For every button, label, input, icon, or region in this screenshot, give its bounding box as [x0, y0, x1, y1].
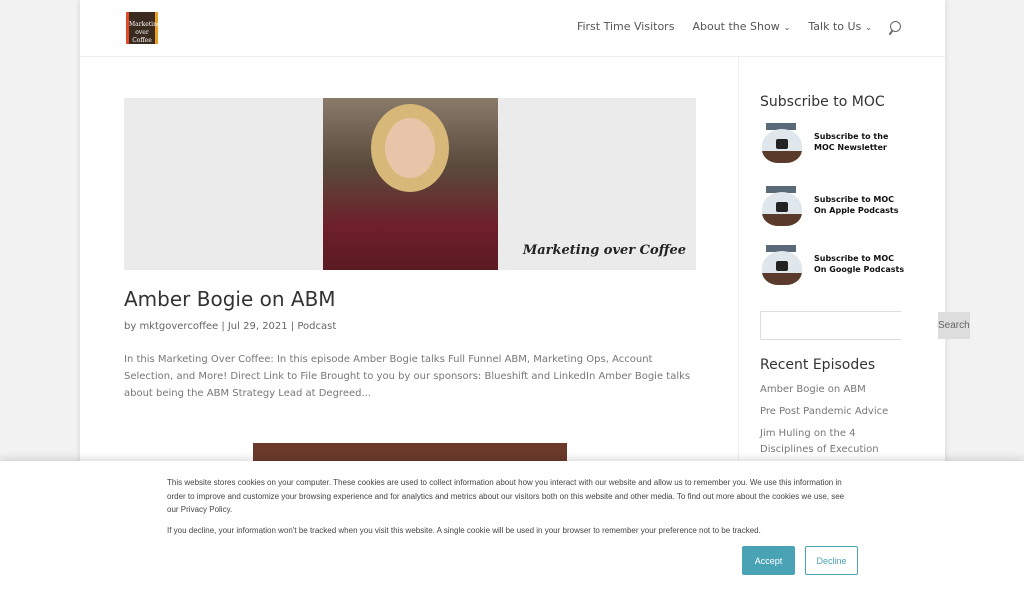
nav-talk-to-us[interactable]: Talk to Us ⌄	[808, 20, 872, 33]
envelope-icon	[776, 139, 788, 149]
post-meta: by mktgovercoffee | Jul 29, 2021 | Podca…	[124, 321, 337, 332]
coffee-pot-icon	[760, 184, 806, 226]
podcast-icon	[776, 202, 788, 212]
cookie-text: This website stores cookies on your comp…	[167, 478, 845, 514]
subscribe-title: Subscribe to MOC	[760, 94, 885, 110]
subscribe-label: Subscribe to MOC On Google Podcasts	[814, 254, 905, 274]
coffee-pot-icon	[760, 121, 806, 163]
subscribe-label: Subscribe to MOC On Apple Podcasts	[814, 195, 899, 215]
recent-episode-link[interactable]: Amber Bogie on ABM	[760, 382, 900, 398]
nav-about-the-show[interactable]: About the Show ⌄	[692, 20, 790, 33]
post-title[interactable]: Amber Bogie on ABM	[124, 287, 336, 311]
guest-face	[385, 118, 435, 178]
chevron-down-icon: ⌄	[865, 23, 872, 32]
decline-button[interactable]: Decline	[805, 546, 858, 575]
site-logo[interactable]: Marketing over Coffee	[126, 12, 161, 44]
recent-episode-link[interactable]: Jim Huling on the 4 Disciplines of Execu…	[760, 426, 900, 458]
subscribe-google-podcasts[interactable]: Subscribe to MOC On Google Podcasts	[760, 243, 910, 285]
cookie-decline-text: If you decline, your information won't b…	[167, 526, 761, 535]
coffee-pot-icon	[760, 243, 806, 285]
guest-photo	[323, 98, 498, 270]
recent-episode-link[interactable]: Pre Post Pandemic Advice	[760, 404, 900, 420]
recent-episodes-title: Recent Episodes	[760, 357, 876, 373]
search-icon[interactable]	[890, 21, 901, 32]
nav-first-time-visitors[interactable]: First Time Visitors	[577, 20, 675, 33]
chevron-down-icon: ⌄	[783, 23, 791, 32]
accept-button[interactable]: Accept	[742, 546, 795, 575]
podcast-icon	[776, 261, 788, 271]
main-nav: First Time Visitors About the Show ⌄ Talk…	[577, 20, 901, 33]
subscribe-newsletter[interactable]: Subscribe to the MOC Newsletter	[760, 121, 910, 163]
site-header: Marketing over Coffee First Time Visitor…	[80, 0, 945, 57]
brand-logo: Marketing over Coffee	[522, 243, 686, 258]
featured-image[interactable]: Marketing over Coffee	[124, 98, 696, 270]
post-excerpt: In this Marketing Over Coffee: In this e…	[124, 354, 691, 399]
search-button[interactable]: Search	[938, 312, 970, 339]
subscribe-label: Subscribe to the MOC Newsletter	[814, 132, 889, 152]
sidebar-search: Search	[760, 311, 970, 340]
cookie-banner: This website stores cookies on your comp…	[0, 461, 1024, 589]
subscribe-apple-podcasts[interactable]: Subscribe to MOC On Apple Podcasts	[760, 184, 910, 226]
search-input[interactable]	[761, 312, 938, 339]
nav-label: Talk to Us	[808, 20, 862, 33]
nav-label: About the Show	[692, 20, 780, 33]
